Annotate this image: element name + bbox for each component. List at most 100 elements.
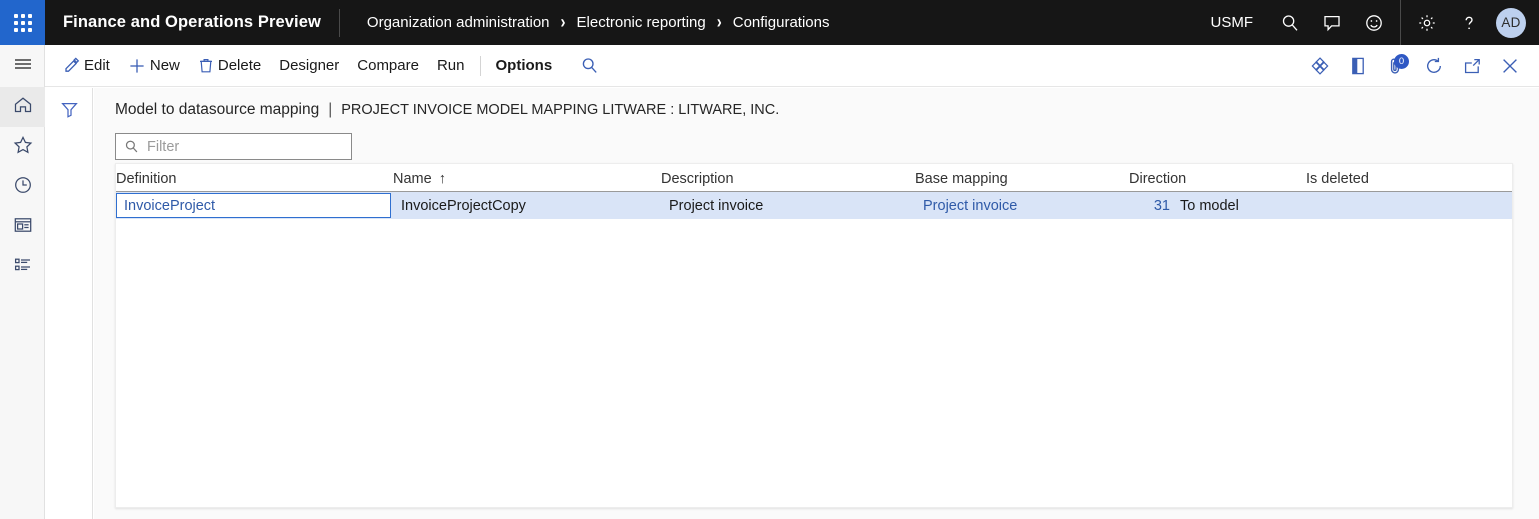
app-title: Finance and Operations Preview	[45, 13, 321, 32]
message-icon[interactable]	[1311, 0, 1353, 45]
sidebar-item-modules[interactable]	[0, 247, 45, 287]
star-icon	[12, 134, 34, 161]
cell-direction[interactable]: 31 To model	[1129, 192, 1306, 219]
cell-description[interactable]: Project invoice	[661, 192, 915, 219]
hamburger-icon	[12, 55, 34, 78]
sort-ascending-icon: ↑	[439, 171, 446, 187]
column-header-name-label: Name	[393, 171, 432, 187]
page-title-pipe: |	[328, 101, 332, 119]
column-header-is-deleted-label: Is deleted	[1306, 171, 1369, 187]
column-header-direction-label: Direction	[1129, 171, 1186, 187]
sidebar-item-workspaces[interactable]	[0, 207, 45, 247]
page-context-text: PROJECT INVOICE MODEL MAPPING LITWARE : …	[341, 102, 779, 118]
topbar-right-group: USMF	[1211, 0, 1539, 45]
compare-button[interactable]: Compare	[348, 45, 428, 87]
column-header-description[interactable]: Description	[661, 171, 915, 191]
cell-is-deleted[interactable]	[1306, 192, 1486, 219]
personalize-diamond-icon[interactable]	[1301, 45, 1339, 87]
open-pane-icon[interactable]	[1339, 45, 1377, 87]
sidebar-item-favorites[interactable]	[0, 127, 45, 167]
left-navigation-rail	[0, 45, 45, 519]
filter-input-container[interactable]	[115, 133, 352, 160]
cell-definition-value: InvoiceProject	[124, 198, 215, 214]
command-bar-divider	[480, 56, 481, 76]
delete-button-label: Delete	[218, 57, 261, 74]
column-header-is-deleted[interactable]: Is deleted	[1306, 171, 1486, 191]
sidebar-item-home[interactable]	[0, 87, 45, 127]
run-button-label: Run	[437, 57, 465, 74]
grid-header-row: Definition Name ↑ Description Base mappi…	[116, 164, 1512, 192]
cell-description-value: Project invoice	[669, 198, 763, 214]
breadcrumb-chevron-icon: ›	[561, 12, 566, 33]
workspace-icon	[12, 214, 34, 241]
main-content-area: Model to datasource mapping | PROJECT IN…	[94, 88, 1539, 519]
breadcrumb-item-organization-administration[interactable]: Organization administration	[367, 14, 550, 31]
designer-button[interactable]: Designer	[270, 45, 348, 87]
breadcrumb: Organization administration › Electronic…	[367, 14, 830, 31]
filter-pane-column	[46, 88, 93, 519]
app-launcher-icon	[14, 14, 32, 32]
cell-base-mapping[interactable]: Project invoice	[915, 192, 1129, 219]
options-button[interactable]: Options	[487, 45, 562, 87]
cell-definition-editor[interactable]: InvoiceProject	[116, 193, 391, 218]
breadcrumb-chevron-icon: ›	[717, 12, 722, 33]
refresh-icon[interactable]	[1415, 45, 1453, 87]
data-grid: Definition Name ↑ Description Base mappi…	[115, 163, 1513, 508]
attachments-count-badge: 0	[1394, 54, 1409, 69]
options-button-label: Options	[496, 57, 553, 74]
compare-button-label: Compare	[357, 57, 419, 74]
column-header-definition-label: Definition	[116, 171, 176, 187]
filter-row	[94, 119, 1539, 160]
filter-input[interactable]	[145, 138, 343, 156]
edit-button[interactable]: Edit	[54, 45, 119, 87]
column-header-direction[interactable]: Direction	[1129, 171, 1306, 191]
clock-icon	[12, 174, 34, 201]
avatar[interactable]: AD	[1496, 8, 1526, 38]
column-header-base-mapping-label: Base mapping	[915, 171, 1008, 187]
hamburger-menu-button[interactable]	[0, 45, 45, 87]
column-header-name[interactable]: Name ↑	[393, 171, 661, 191]
app-launcher-button[interactable]	[0, 0, 45, 45]
edit-button-label: Edit	[84, 57, 110, 74]
column-header-description-label: Description	[661, 171, 734, 187]
help-question-icon[interactable]	[1448, 0, 1490, 45]
breadcrumb-item-configurations[interactable]: Configurations	[733, 14, 830, 31]
designer-button-label: Designer	[279, 57, 339, 74]
popout-window-icon[interactable]	[1453, 45, 1491, 87]
list-icon	[12, 254, 34, 281]
settings-gear-icon[interactable]	[1406, 0, 1448, 45]
company-selector[interactable]: USMF	[1211, 14, 1254, 31]
plus-icon	[128, 57, 146, 75]
table-row[interactable]: InvoiceProject InvoiceProjectCopy Projec…	[116, 192, 1512, 219]
cell-direction-value: To model	[1180, 198, 1239, 214]
feedback-smiley-icon[interactable]	[1353, 0, 1395, 45]
search-icon	[124, 139, 139, 154]
command-search-icon[interactable]	[569, 45, 609, 87]
attachments-icon[interactable]: 0	[1377, 45, 1415, 87]
column-header-definition[interactable]: Definition	[116, 171, 393, 191]
action-command-bar: Edit New Delete Designer Compare Run Opt…	[45, 45, 1539, 87]
home-icon	[12, 94, 34, 121]
topbar-icon-divider	[1400, 0, 1401, 45]
sidebar-item-recent[interactable]	[0, 167, 45, 207]
cell-base-mapping-link[interactable]: Project invoice	[923, 198, 1017, 214]
column-header-base-mapping[interactable]: Base mapping	[915, 171, 1129, 191]
top-navigation-bar: Finance and Operations Preview Organizat…	[0, 0, 1539, 45]
page-title-text: Model to datasource mapping	[115, 101, 319, 119]
cell-name[interactable]: InvoiceProjectCopy	[393, 192, 661, 219]
page-title: Model to datasource mapping | PROJECT IN…	[94, 88, 1539, 119]
new-button-label: New	[150, 57, 180, 74]
close-icon[interactable]	[1491, 45, 1529, 87]
trash-icon	[198, 57, 214, 74]
command-bar-right-group: 0	[1301, 45, 1539, 87]
run-button[interactable]: Run	[428, 45, 474, 87]
breadcrumb-item-electronic-reporting[interactable]: Electronic reporting	[577, 14, 706, 31]
new-button[interactable]: New	[119, 45, 189, 87]
topbar-divider	[339, 9, 340, 37]
search-icon[interactable]	[1269, 0, 1311, 45]
delete-button[interactable]: Delete	[189, 45, 270, 87]
funnel-filter-icon[interactable]	[60, 100, 79, 519]
pencil-icon	[63, 57, 80, 74]
cell-definition[interactable]: InvoiceProject	[116, 192, 393, 219]
cell-base-mapping-count: 31	[1129, 198, 1170, 214]
